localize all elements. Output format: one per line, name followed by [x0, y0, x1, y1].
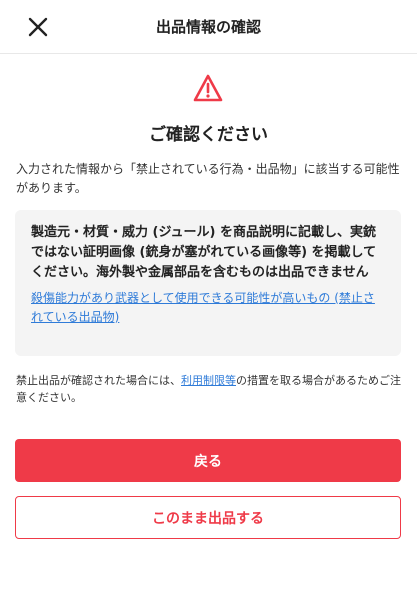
warning-triangle-icon — [193, 74, 223, 102]
notice-box: 製造元・材質・威力 (ジュール) を商品説明に記載し、実銃ではない証明画像 (銃… — [15, 210, 401, 356]
footnote-before: 禁止出品が確認された場合には、 — [16, 374, 181, 387]
page-title: 出品情報の確認 — [155, 18, 261, 36]
list-anyway-button[interactable]: このまま出品する — [15, 496, 401, 539]
header-bar: 出品情報の確認 — [0, 0, 417, 54]
prohibited-items-link[interactable]: 殺傷能力があり武器として使用できる可能性が高いもの (禁止されている出品物) — [31, 289, 385, 327]
back-button[interactable]: 戻る — [15, 439, 401, 482]
notice-text: 製造元・材質・威力 (ジュール) を商品説明に記載し、実銃ではない証明画像 (銃… — [31, 225, 377, 280]
usage-restriction-link[interactable]: 利用制限等 — [181, 374, 236, 387]
description-text: 入力された情報から「禁止されている行為・出品物」に該当する可能性があります。 — [16, 162, 400, 195]
footnote-text: 禁止出品が確認された場合には、利用制限等の措置を取る場合があるためご注意ください… — [16, 372, 402, 406]
confirm-heading: ご確認ください — [149, 125, 268, 145]
